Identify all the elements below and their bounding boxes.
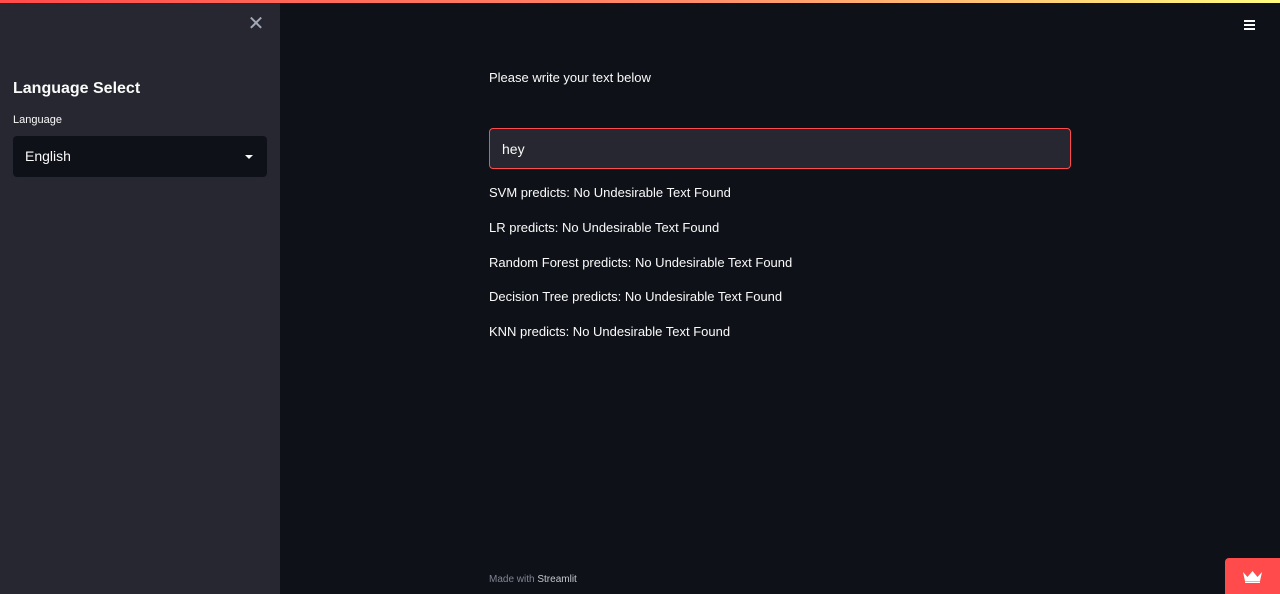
hamburger-menu-icon-bar — [1244, 28, 1255, 30]
random-forest-prediction: Random Forest predicts: No Undesirable T… — [489, 255, 793, 270]
decision-tree-prediction: Decision Tree predicts: No Undesirable T… — [489, 289, 783, 304]
hamburger-menu-icon — [1244, 20, 1255, 22]
footer-made-with: Made with — [489, 574, 538, 585]
header-decoration — [0, 0, 1280, 3]
sidebar: ✕ Language Select Language English — [0, 0, 280, 594]
knn-prediction: KNN predicts: No Undesirable Text Found — [489, 324, 731, 339]
text-input[interactable] — [489, 128, 1071, 169]
streamlit-link[interactable]: Streamlit — [537, 574, 576, 585]
footer: Made with Streamlit — [489, 574, 577, 585]
close-sidebar-button[interactable]: ✕ — [246, 13, 266, 35]
hamburger-menu-icon-bar — [1244, 24, 1255, 26]
close-icon: ✕ — [247, 13, 265, 35]
lr-prediction: LR predicts: No Undesirable Text Found — [489, 220, 720, 235]
caret-down-icon — [245, 155, 253, 159]
streamlit-badge-button[interactable] — [1225, 558, 1280, 594]
language-select-label: Language — [13, 114, 62, 126]
sidebar-title: Language Select — [13, 80, 141, 97]
crown-icon — [1243, 571, 1262, 583]
language-select-value: English — [25, 148, 71, 164]
language-select[interactable]: English — [13, 136, 267, 177]
input-prompt: Please write your text below — [489, 70, 651, 85]
main-menu-button[interactable] — [1241, 17, 1259, 33]
svm-prediction: SVM predicts: No Undesirable Text Found — [489, 185, 731, 200]
